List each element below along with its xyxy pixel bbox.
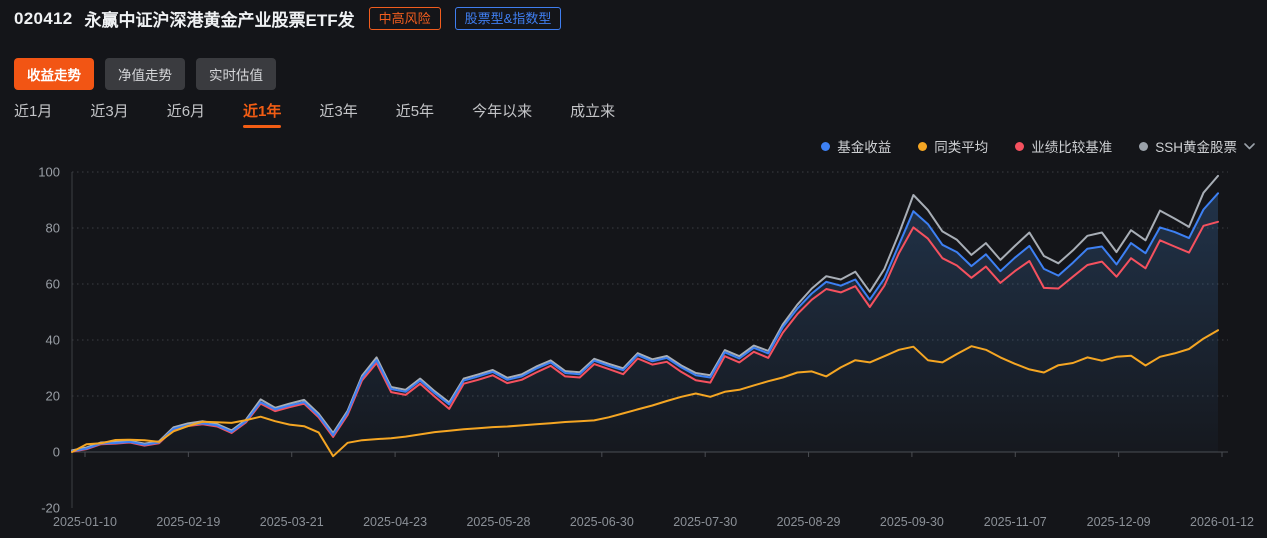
y-axis-tick-label: 40 <box>46 333 60 348</box>
y-axis-tick-label: 100 <box>38 165 60 180</box>
x-axis-date-label: 2025-01-10 <box>53 515 117 529</box>
x-axis-date-label: 2025-09-30 <box>880 515 944 529</box>
y-axis-tick-label: -20 <box>41 501 60 516</box>
performance-chart[interactable]: 100 80 60 40 20 0 -202025-01-10 2025-02-19 2025-… <box>0 0 1267 538</box>
x-axis-date-label: 2025-03-21 <box>260 515 324 529</box>
x-axis-date-label: 2025-02-19 <box>156 515 220 529</box>
x-axis-date-label: 2025-06-30 <box>570 515 634 529</box>
area-fill-fund-return <box>72 193 1218 453</box>
x-axis-date-label: 2026-01-12 <box>1190 515 1254 529</box>
fund-detail-page: 020412 永赢中证沪深港黄金产业股票ETF发 中高风险 股票型&指数型 收益… <box>0 0 1267 538</box>
x-axis-date-label: 2025-04-23 <box>363 515 427 529</box>
x-axis-date-label: 2025-12-09 <box>1087 515 1151 529</box>
x-axis-date-label: 2025-11-07 <box>984 515 1047 529</box>
y-axis-tick-label: 20 <box>46 389 60 404</box>
y-axis-tick-label: 60 <box>46 277 60 292</box>
x-axis-date-label: 2025-05-28 <box>466 515 530 529</box>
y-axis-tick-label: 0 <box>53 445 60 460</box>
x-axis-date-label: 2025-08-29 <box>777 515 841 529</box>
y-axis-tick-label: 80 <box>46 221 60 236</box>
x-axis-date-label: 2025-07-30 <box>673 515 737 529</box>
